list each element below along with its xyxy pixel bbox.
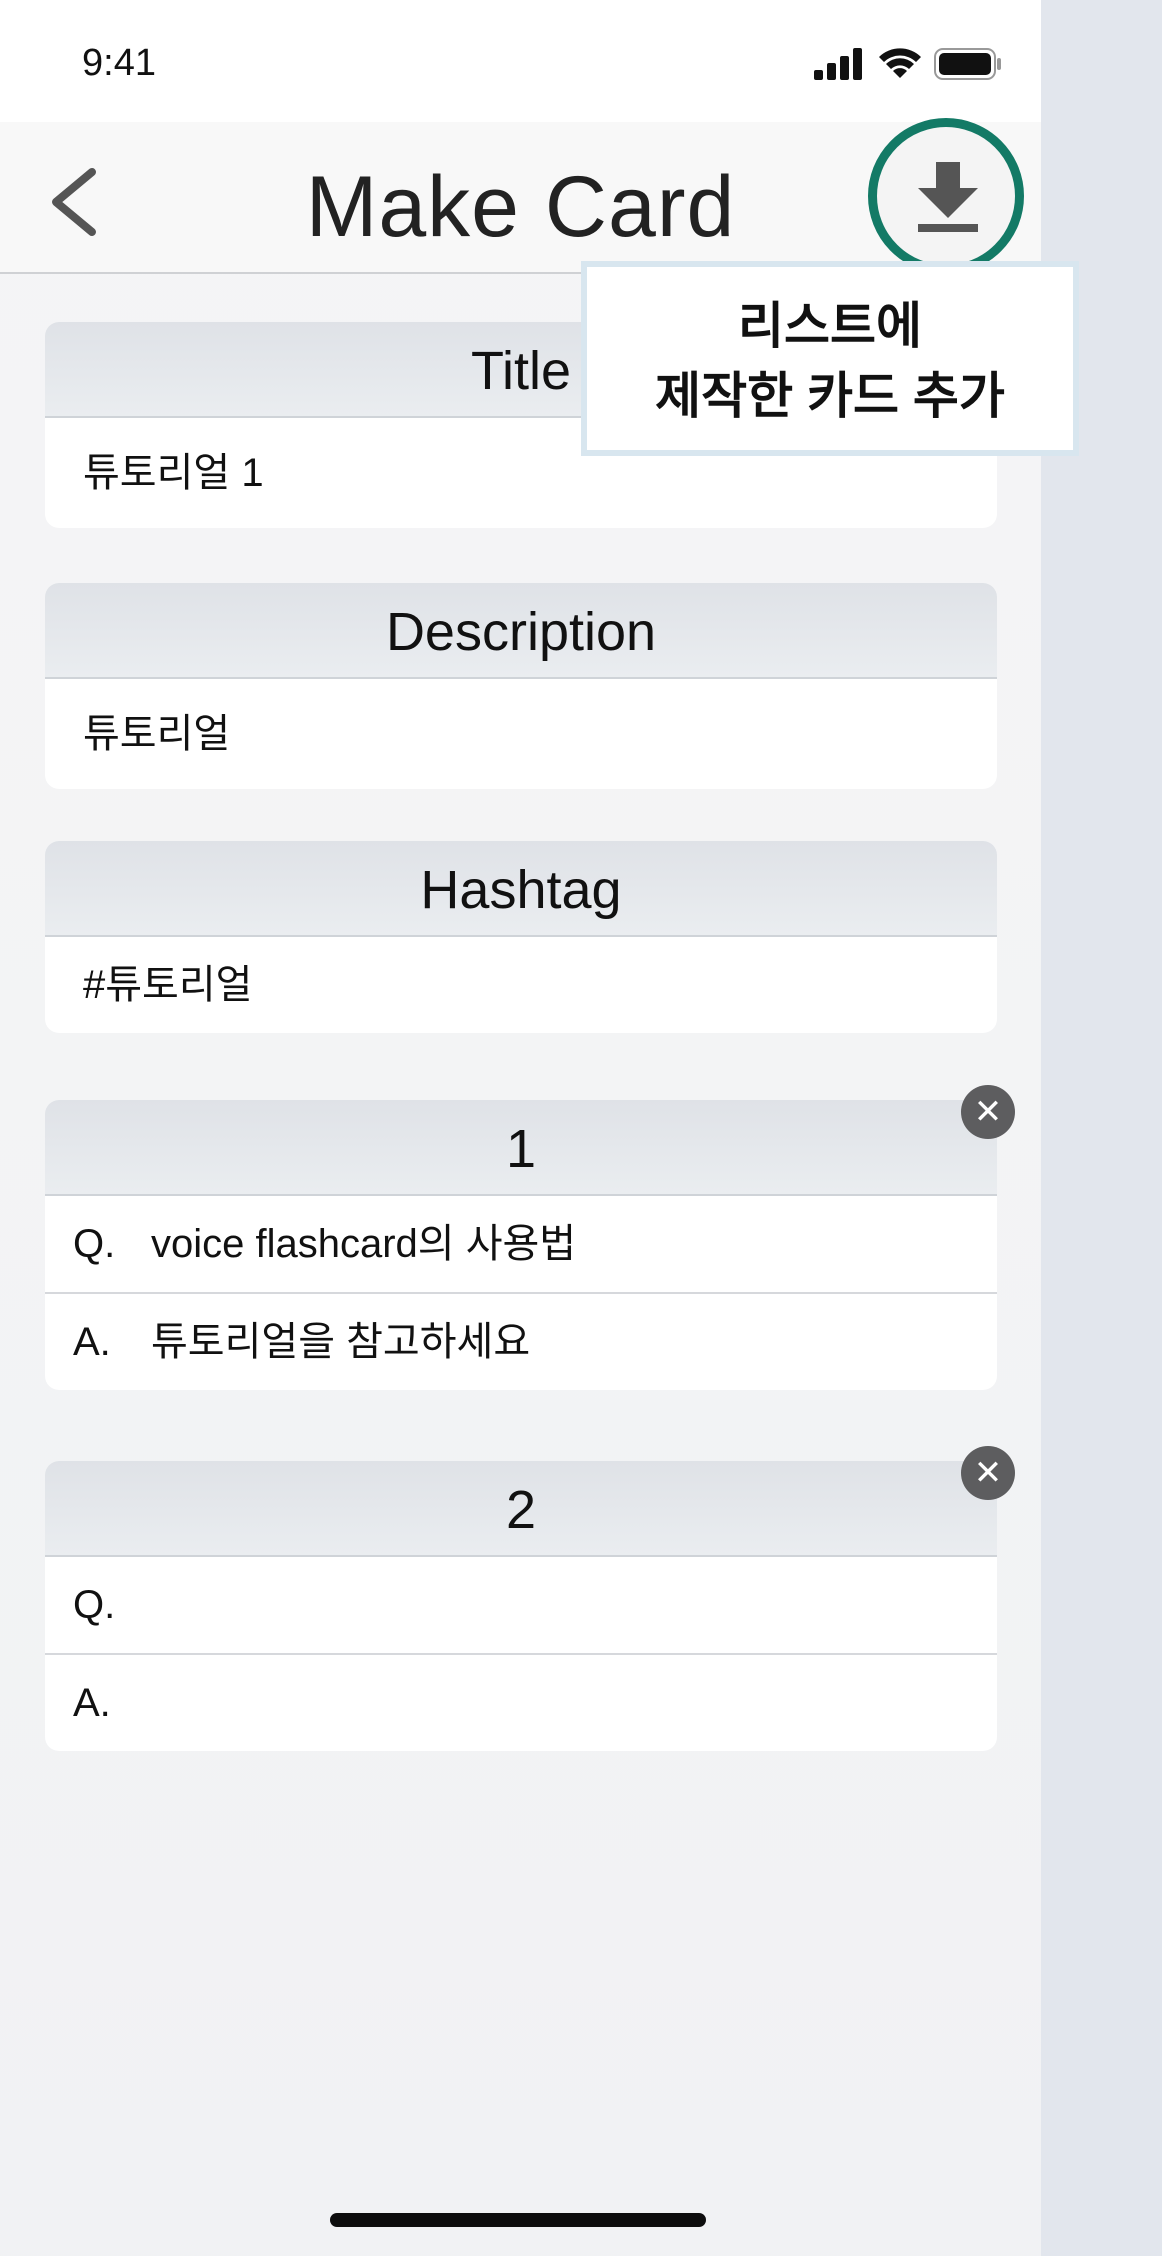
tooltip: 리스트에 제작한 카드 추가	[581, 261, 1079, 456]
home-indicator	[330, 2213, 706, 2227]
status-bar: 9:41	[0, 0, 1041, 122]
question-prefix: Q.	[73, 1583, 116, 1627]
tooltip-line-1: 리스트에	[738, 298, 922, 354]
tooltip-line-2: 제작한 카드 추가	[655, 368, 1005, 424]
close-icon[interactable]: ✕	[961, 1085, 1015, 1139]
hashtag-field: Hashtag #튜토리얼	[45, 841, 997, 1033]
answer-prefix: A.	[73, 1320, 111, 1364]
answer-input[interactable]: A.	[45, 1655, 997, 1751]
battery-icon	[934, 48, 1001, 80]
question-prefix: Q.	[73, 1222, 116, 1266]
answer-input[interactable]: A. 튜토리얼을 참고하세요	[45, 1294, 997, 1390]
answer-text: 튜토리얼을 참고하세요	[151, 1320, 531, 1364]
question-input[interactable]: Q. voice flashcard의 사용법	[45, 1196, 997, 1294]
card-number: 2	[45, 1461, 997, 1557]
description-field-label: Description	[45, 583, 997, 679]
close-icon[interactable]: ✕	[961, 1446, 1015, 1500]
status-time: 9:41	[82, 42, 156, 84]
flashcard-item: 2 Q. A.	[45, 1461, 997, 1751]
hashtag-input[interactable]: #튜토리얼	[45, 937, 997, 1033]
answer-prefix: A.	[73, 1681, 111, 1725]
question-text: voice flashcard의 사용법	[151, 1222, 577, 1266]
question-input[interactable]: Q.	[45, 1557, 997, 1655]
cellular-signal-icon	[814, 48, 862, 80]
download-icon[interactable]	[912, 158, 984, 234]
description-field: Description 튜토리얼	[45, 583, 997, 789]
card-number: 1	[45, 1100, 997, 1196]
wifi-icon	[879, 48, 921, 78]
hashtag-field-label: Hashtag	[45, 841, 997, 937]
flashcard-item: 1 Q. voice flashcard의 사용법 A. 튜토리얼을 참고하세요	[45, 1100, 997, 1390]
description-input[interactable]: 튜토리얼	[45, 679, 997, 789]
